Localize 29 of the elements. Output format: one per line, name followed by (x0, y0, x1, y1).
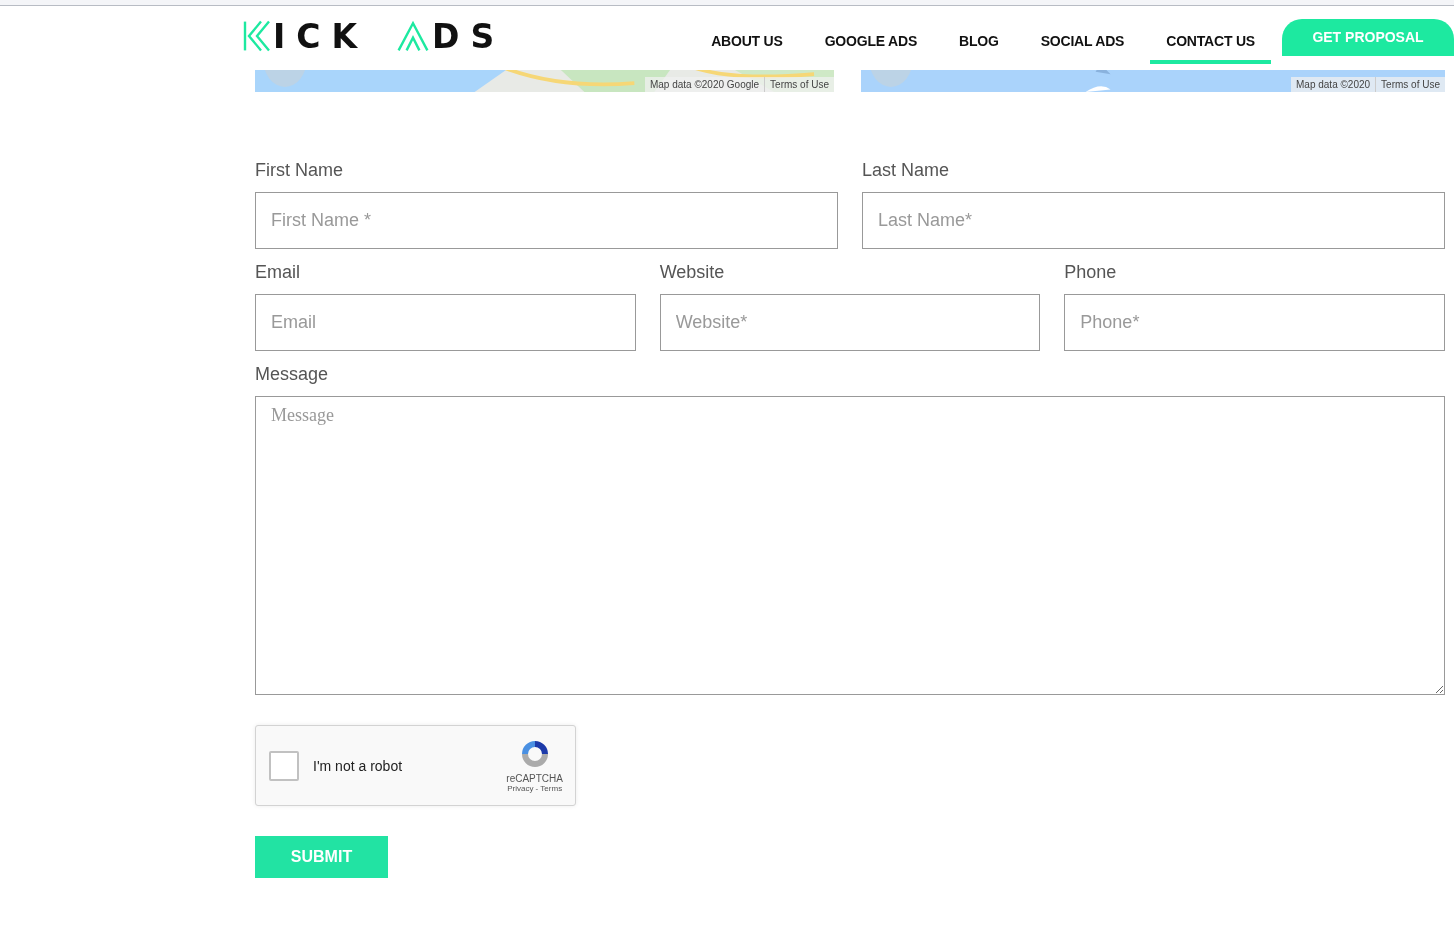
field-label: Website (659, 262, 726, 284)
nav-link[interactable]: SOCIAL ADS (1024, 8, 1141, 64)
nav-link[interactable]: BLOG (943, 8, 1015, 64)
privacy-terms-link[interactable]: Privacy - Terms (507, 784, 563, 793)
terms-link[interactable]: Terms of Use (764, 77, 834, 92)
field-label: Last Name (862, 160, 951, 182)
input-field[interactable]: Website* (659, 294, 1041, 351)
field-label: First Name (255, 160, 344, 182)
map-attribution: Map data ©2020 (1295, 78, 1372, 92)
logo-text: DS (432, 16, 506, 56)
recaptcha-brand: reCAPTCHA (506, 773, 563, 784)
input-field[interactable]: Phone* (1064, 294, 1445, 351)
terms-link[interactable]: Terms of Use (1375, 77, 1445, 92)
input-field[interactable]: Email (255, 294, 636, 351)
field-label: Email (255, 262, 301, 284)
nav-link[interactable]: ABOUT US (695, 8, 799, 64)
field-label: Phone (1064, 262, 1118, 284)
nav-link[interactable]: CONTACT US (1150, 8, 1271, 64)
checkbox[interactable] (269, 750, 299, 781)
input-field[interactable]: First Name * (255, 192, 838, 249)
logo-text: ICK (273, 16, 369, 56)
message-field[interactable]: Message (255, 396, 1445, 695)
checkbox-label: I'm not a robot (313, 757, 404, 774)
input-field[interactable]: Last Name* (862, 192, 1445, 249)
nav-link[interactable]: GOOGLE ADS (808, 8, 934, 64)
field-label: Message (255, 364, 330, 386)
map-attribution: Map data ©2020 Google (648, 78, 761, 92)
k-chevron-icon (243, 20, 271, 52)
a-chevron-icon (396, 20, 431, 52)
